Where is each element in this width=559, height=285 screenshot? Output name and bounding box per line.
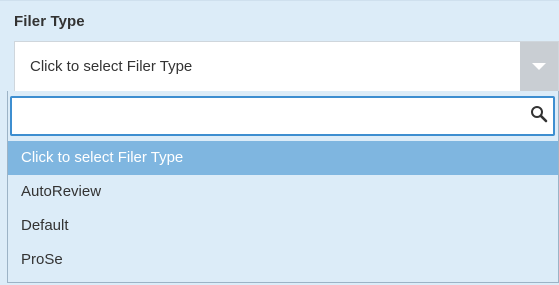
options-list: Click to select Filer Type AutoReview De… (8, 141, 558, 277)
search-icon (531, 106, 548, 123)
chevron-down-icon (532, 63, 546, 70)
option-prose[interactable]: ProSe (8, 243, 558, 277)
filer-type-dropdown: Click to select Filer Type AutoReview De… (7, 91, 559, 283)
dropdown-search-input[interactable] (10, 96, 555, 136)
option-autoreview[interactable]: AutoReview (8, 175, 558, 209)
option-default[interactable]: Default (8, 209, 558, 243)
filer-type-label: Filer Type (14, 13, 85, 30)
filer-type-panel: Filer Type Click to select Filer Type Cl… (0, 0, 559, 285)
dropdown-toggle-button[interactable] (520, 42, 558, 92)
option-click-to-select[interactable]: Click to select Filer Type (8, 141, 558, 175)
select-current-value: Click to select Filer Type (30, 58, 193, 75)
filer-type-select[interactable]: Click to select Filer Type (14, 41, 559, 93)
